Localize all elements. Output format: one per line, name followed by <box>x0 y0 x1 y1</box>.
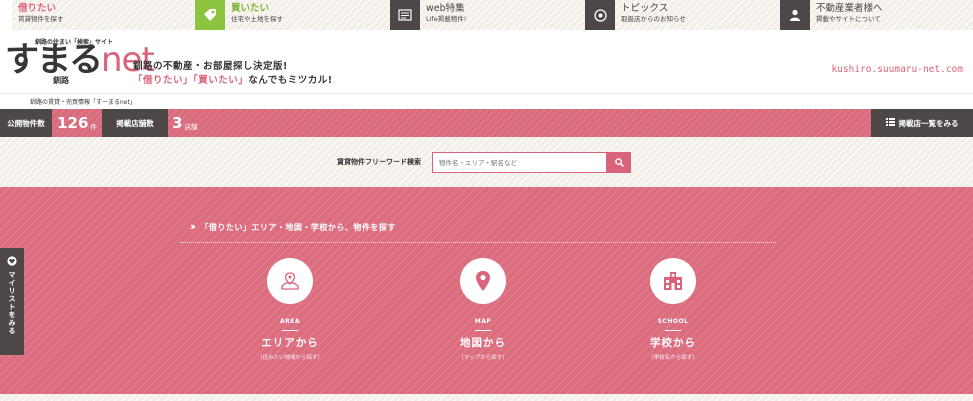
school-icon-circle <box>650 258 696 304</box>
stats-bar: 公開物件数 126 件 掲載店舗数 3 店舗 掲載店一覧をみる <box>0 109 973 137</box>
map-icon-circle <box>460 258 506 304</box>
section-divider <box>180 242 776 243</box>
nav-item-subtitle: 取扱店からのお知らせ <box>621 15 686 23</box>
rent-marker-icon <box>0 0 12 30</box>
listings-count-unit: 件 <box>90 122 97 131</box>
list-icon <box>885 118 895 128</box>
target-icon <box>585 0 615 30</box>
stores-label: 掲載店舗数 <box>102 109 168 137</box>
card-title: 地図から <box>460 337 506 349</box>
my-list-tab[interactable]: マイリストをみる <box>0 248 24 355</box>
card-subtitle: 〔マップから探す〕 <box>458 355 508 361</box>
catchphrase-line1: 釧路の不動産・お部屋探し決定版! <box>133 61 288 72</box>
nav-item-topics[interactable]: トピックス 取扱店からのお知らせ <box>585 0 780 30</box>
search-button[interactable] <box>607 152 631 173</box>
logo-wordmark: すまるnet <box>5 40 155 80</box>
nav-item-business[interactable]: 不動産業者様へ 掲載やサイトについて <box>780 0 973 30</box>
store-list-button-label: 掲載店一覧をみる <box>898 118 959 128</box>
search-by-area-card[interactable]: AREA エリアから 〔住みたい地域から探す〕 <box>240 258 340 361</box>
search-input[interactable] <box>432 152 607 173</box>
school-icon <box>664 272 682 290</box>
card-divider <box>282 330 298 331</box>
breadcrumb: 釧路の賃貸・売買情報「すーまるnet」 <box>0 93 973 109</box>
person-icon <box>780 0 810 30</box>
site-header: 釧路の住まい「検索」サイト すまるnet 釧路 釧路の不動産・お部屋探し決定版!… <box>0 30 973 93</box>
card-subtitle: 〔住みたい地域から探す〕 <box>256 355 323 361</box>
card-title: エリアから <box>261 337 319 349</box>
search-by-map-card[interactable]: MAP 地図から 〔マップから探す〕 <box>433 258 533 361</box>
search-icon <box>614 158 624 167</box>
area-map-pin-icon <box>281 272 299 290</box>
nav-item-subtitle: Life掲載物件! <box>426 15 467 23</box>
catch-rent: 「借りたい」 <box>133 75 194 86</box>
nav-item-rent[interactable]: 借りたい 賃貸物件を探す <box>0 0 195 30</box>
listings-count-value: 126 <box>57 114 89 132</box>
page-bottom-band <box>0 394 973 401</box>
site-url: kushiro.suumaru-net.com <box>831 64 963 75</box>
card-divider <box>475 330 491 331</box>
section-title: ›› 「借りたい」エリア・地図・学校から、物件を探す <box>190 220 396 233</box>
catch-tail: なんでもミツカル! <box>248 75 333 86</box>
my-list-label: マイリストをみる <box>8 271 16 335</box>
catch-buy: 「買いたい」 <box>193 75 249 86</box>
logo-city: 釧路 <box>53 76 69 85</box>
breadcrumb-current: 釧路の賃貸・売買情報「すーまるnet」 <box>30 99 136 106</box>
search-row: 賃貸物件フリーワード検索 <box>0 137 973 187</box>
nav-item-title: 借りたい <box>18 3 57 14</box>
nav-item-title: web特集 <box>426 3 465 14</box>
nav-item-title: トピックス <box>621 3 669 14</box>
search-by-school-card[interactable]: SCHOOL 学校から 〔学校名から探す〕 <box>623 258 723 361</box>
nav-item-title: 不動産業者様へ <box>816 3 883 14</box>
stores-count-value: 3 <box>172 114 183 132</box>
card-subtitle: 〔学校名から探す〕 <box>648 355 698 361</box>
card-en-label: AREA <box>279 318 300 325</box>
double-chevron-icon: ›› <box>190 220 196 233</box>
magazine-icon <box>390 0 420 30</box>
area-icon-circle <box>267 258 313 304</box>
nav-item-subtitle: 賃貸物件を探す <box>18 15 64 23</box>
card-en-label: SCHOOL <box>657 318 689 325</box>
logo-text-jp: すまる <box>5 40 103 80</box>
listings-count: 126 件 <box>52 109 102 137</box>
search-methods-section: ›› 「借りたい」エリア・地図・学校から、物件を探す AREA エリアから 〔住… <box>0 187 973 394</box>
map-pin-icon <box>476 271 490 291</box>
card-divider <box>665 330 681 331</box>
site-logo[interactable]: 釧路の住まい「検索」サイト すまるnet 釧路 <box>5 34 155 90</box>
catchphrase-line2: 「借りたい」「買いたい」なんでもミツカル! <box>133 72 333 86</box>
heart-icon <box>7 256 17 266</box>
stores-count: 3 店舗 <box>172 109 212 137</box>
nav-item-subtitle: 掲載やサイトについて <box>816 15 881 23</box>
listings-label: 公開物件数 <box>0 109 52 137</box>
store-list-button[interactable]: 掲載店一覧をみる <box>871 109 973 137</box>
nav-item-buy[interactable]: 買いたい 住宅や土地を探す <box>195 0 390 30</box>
card-title: 学校から <box>650 337 696 349</box>
top-navigation: 借りたい 賃貸物件を探す 買いたい 住宅や土地を探す web特集 Life掲載物… <box>0 0 973 30</box>
nav-item-subtitle: 住宅や土地を探す <box>231 15 283 23</box>
section-title-text: 「借りたい」エリア・地図・学校から、物件を探す <box>200 223 396 232</box>
nav-item-web-feature[interactable]: web特集 Life掲載物件! <box>390 0 585 30</box>
stores-count-unit: 店舗 <box>184 122 198 131</box>
card-en-label: MAP <box>474 318 492 325</box>
search-label: 賃貸物件フリーワード検索 <box>337 158 421 166</box>
nav-item-title: 買いたい <box>231 3 270 14</box>
tag-icon <box>195 0 225 30</box>
